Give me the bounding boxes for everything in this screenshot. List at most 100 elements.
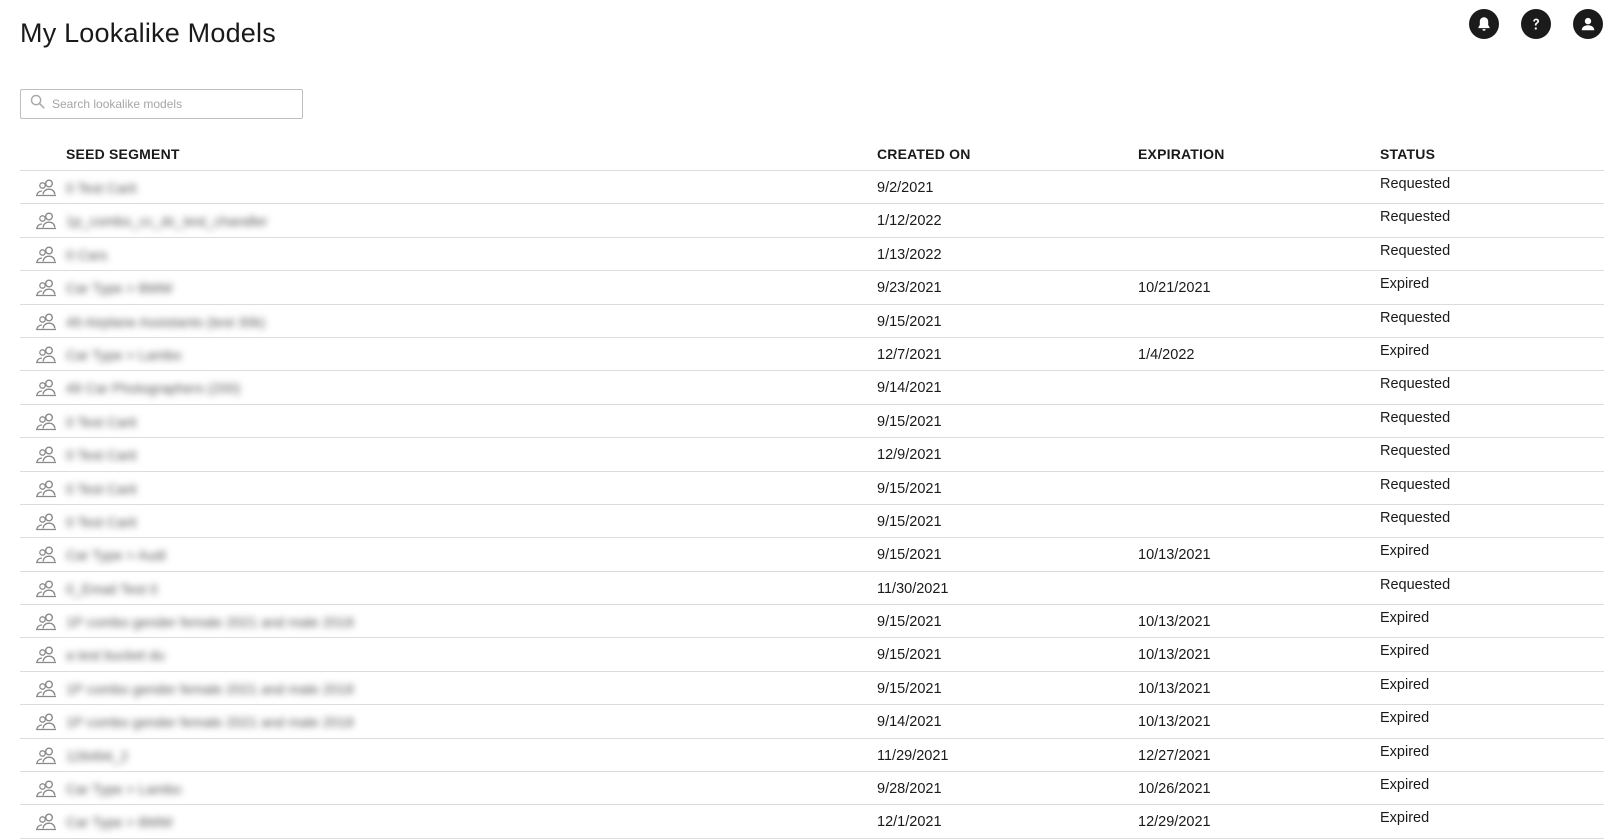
seed-segment-cell[interactable]: 0 Test Carit bbox=[66, 414, 137, 430]
table-row[interactable]: 0 Test Carit 12/9/2021 Requested bbox=[20, 438, 1604, 472]
table-row[interactable]: 49 Airplane Assistants (test 30k) 9/15/20… bbox=[20, 305, 1604, 338]
table-row[interactable]: Car Type > Audi 9/15/2021 10/13/2021 Expire… bbox=[20, 538, 1604, 572]
header-actions bbox=[1469, 9, 1603, 39]
seed-segment-cell[interactable]: 0 Test Carit bbox=[66, 447, 137, 463]
seed-segment-cell[interactable]: 1p_combo_cc_dc_test_chandler bbox=[66, 213, 268, 229]
created-on-cell: 9/15/2021 bbox=[877, 413, 942, 430]
seed-segment-cell[interactable]: Car Type > Lambo bbox=[66, 781, 181, 797]
search-box[interactable] bbox=[20, 89, 303, 119]
lookalike-models-table: SEED SEGMENT CREATED ON EXPIRATION STATU… bbox=[20, 136, 1604, 839]
created-on-cell: 9/28/2021 bbox=[877, 781, 942, 798]
status-cell: Requested bbox=[1380, 576, 1451, 593]
table-row[interactable]: Car Type > BMW 9/23/2021 10/21/2021 Expired bbox=[20, 271, 1604, 305]
status-cell: Requested bbox=[1380, 209, 1451, 226]
created-on-cell: 9/2/2021 bbox=[877, 180, 934, 196]
created-on-cell: 9/14/2021 bbox=[877, 714, 942, 731]
created-on-cell: 9/15/2021 bbox=[877, 614, 942, 631]
lookalike-model-icon bbox=[34, 445, 58, 465]
lookalike-model-icon bbox=[34, 345, 58, 365]
seed-segment-cell[interactable]: 0 Test Carit bbox=[66, 481, 137, 497]
status-cell: Requested bbox=[1380, 476, 1451, 493]
lookalike-model-icon bbox=[34, 412, 58, 432]
table-row[interactable]: 0 Test Carit 9/15/2021 Requested bbox=[20, 405, 1604, 439]
column-header-seed-segment[interactable]: SEED SEGMENT bbox=[66, 146, 180, 162]
lookalike-model-icon bbox=[34, 545, 58, 565]
lookalike-model-icon bbox=[34, 779, 58, 799]
seed-segment-cell[interactable]: Car Type > BMW bbox=[66, 280, 173, 296]
seed-segment-cell[interactable]: Car Type > Lambo bbox=[66, 347, 181, 363]
seed-segment-cell[interactable]: a test bucket du bbox=[66, 647, 165, 663]
seed-segment-cell[interactable]: 0_Email Test 0 bbox=[66, 581, 158, 597]
expiration-cell: 10/26/2021 bbox=[1138, 781, 1211, 798]
table-row[interactable]: 1P combo gender female 2021 and male 201… bbox=[20, 672, 1604, 706]
created-on-cell: 9/23/2021 bbox=[877, 280, 942, 297]
seed-segment-cell[interactable]: Car Type > Audi bbox=[66, 547, 166, 563]
created-on-cell: 9/14/2021 bbox=[877, 380, 942, 397]
expiration-cell: 10/13/2021 bbox=[1138, 547, 1211, 564]
lookalike-model-icon bbox=[34, 378, 58, 398]
lookalike-model-icon bbox=[34, 679, 58, 699]
seed-segment-cell[interactable]: 1P combo gender female 2021 and male 201… bbox=[66, 681, 354, 697]
table-row[interactable]: 0 Test Carit 9/2/2021 Requested bbox=[20, 171, 1604, 205]
created-on-cell: 9/15/2021 bbox=[877, 647, 942, 664]
created-on-cell: 9/15/2021 bbox=[877, 480, 942, 497]
expiration-cell: 10/13/2021 bbox=[1138, 647, 1211, 664]
expiration-cell: 10/13/2021 bbox=[1138, 680, 1211, 697]
seed-segment-cell[interactable]: 1P combo gender female 2021 and male 201… bbox=[66, 614, 354, 630]
search-input[interactable] bbox=[52, 97, 292, 111]
table-row[interactable]: Car Type > BMW 12/1/2021 12/29/2021 Expired bbox=[20, 805, 1604, 839]
table-row[interactable]: 49 Car Photographers (200) 9/14/2021 Reque… bbox=[20, 371, 1604, 405]
search-icon bbox=[29, 93, 46, 115]
lookalike-model-icon bbox=[34, 512, 58, 532]
table-row[interactable]: 0_Email Test 0 11/30/2021 Requested bbox=[20, 572, 1604, 606]
column-header-status[interactable]: STATUS bbox=[1380, 146, 1435, 162]
lookalike-model-icon bbox=[34, 645, 58, 665]
table-row[interactable]: 1P combo gender female 2021 and male 201… bbox=[20, 605, 1604, 639]
column-header-expiration[interactable]: EXPIRATION bbox=[1138, 146, 1225, 162]
table-row[interactable]: 0 Test Carit 9/15/2021 Requested bbox=[20, 472, 1604, 505]
status-cell: Requested bbox=[1380, 309, 1451, 326]
help-icon[interactable] bbox=[1521, 9, 1551, 39]
lookalike-model-icon bbox=[34, 312, 58, 332]
expiration-cell: 12/27/2021 bbox=[1138, 747, 1211, 764]
seed-segment-cell[interactable]: 1P combo gender female 2021 and male 201… bbox=[66, 714, 354, 730]
table-row[interactable]: 0 Cars 1/13/2022 Requested bbox=[20, 238, 1604, 272]
status-cell: Expired bbox=[1380, 342, 1430, 359]
created-on-cell: 9/15/2021 bbox=[877, 547, 942, 564]
created-on-cell: 9/15/2021 bbox=[877, 313, 942, 330]
expiration-cell: 10/13/2021 bbox=[1138, 714, 1211, 731]
lookalike-model-icon bbox=[34, 479, 58, 499]
status-cell: Expired bbox=[1380, 543, 1430, 560]
created-on-cell: 9/15/2021 bbox=[877, 513, 942, 530]
table-body: 0 Test Carit 9/2/2021 Requested 1p_combo_cc… bbox=[20, 171, 1604, 839]
seed-segment-cell[interactable]: 126494_2 bbox=[66, 748, 128, 764]
seed-segment-cell[interactable]: 49 Car Photographers (200) bbox=[66, 380, 240, 396]
seed-segment-cell[interactable]: 0 Test Carit bbox=[66, 180, 137, 196]
table-row[interactable]: Car Type > Lambo 9/28/2021 10/26/2021 Expir… bbox=[20, 772, 1604, 806]
table-row[interactable]: 0 Test Carit 9/15/2021 Requested bbox=[20, 505, 1604, 539]
status-cell: Expired bbox=[1380, 810, 1430, 827]
expiration-cell: 10/13/2021 bbox=[1138, 614, 1211, 631]
lookalike-model-icon bbox=[34, 812, 58, 832]
account-icon[interactable] bbox=[1573, 9, 1603, 39]
expiration-cell: 10/21/2021 bbox=[1138, 280, 1211, 297]
status-cell: Expired bbox=[1380, 710, 1430, 727]
seed-segment-cell[interactable]: 0 Cars bbox=[66, 247, 107, 263]
status-cell: Requested bbox=[1380, 443, 1451, 460]
table-row[interactable]: Car Type > Lambo 12/7/2021 1/4/2022 Expired bbox=[20, 338, 1604, 372]
bell-icon[interactable] bbox=[1469, 9, 1499, 39]
status-cell: Expired bbox=[1380, 743, 1430, 760]
table-row[interactable]: 1p_combo_cc_dc_test_chandler 1/12/2022 Req… bbox=[20, 204, 1604, 238]
lookalike-model-icon bbox=[34, 712, 58, 732]
seed-segment-cell[interactable]: 0 Test Carit bbox=[66, 514, 137, 530]
table-row[interactable]: 126494_2 11/29/2021 12/27/2021 Expired bbox=[20, 739, 1604, 773]
table-row[interactable]: 1P combo gender female 2021 and male 201… bbox=[20, 705, 1604, 739]
table-row[interactable]: a test bucket du 9/15/2021 10/13/2021 Expir… bbox=[20, 638, 1604, 672]
column-header-created-on[interactable]: CREATED ON bbox=[877, 146, 971, 162]
status-cell: Expired bbox=[1380, 676, 1430, 693]
lookalike-model-icon bbox=[34, 579, 58, 599]
status-cell: Requested bbox=[1380, 376, 1451, 393]
created-on-cell: 1/12/2022 bbox=[877, 213, 942, 230]
seed-segment-cell[interactable]: 49 Airplane Assistants (test 30k) bbox=[66, 314, 265, 330]
created-on-cell: 12/9/2021 bbox=[877, 447, 942, 464]
